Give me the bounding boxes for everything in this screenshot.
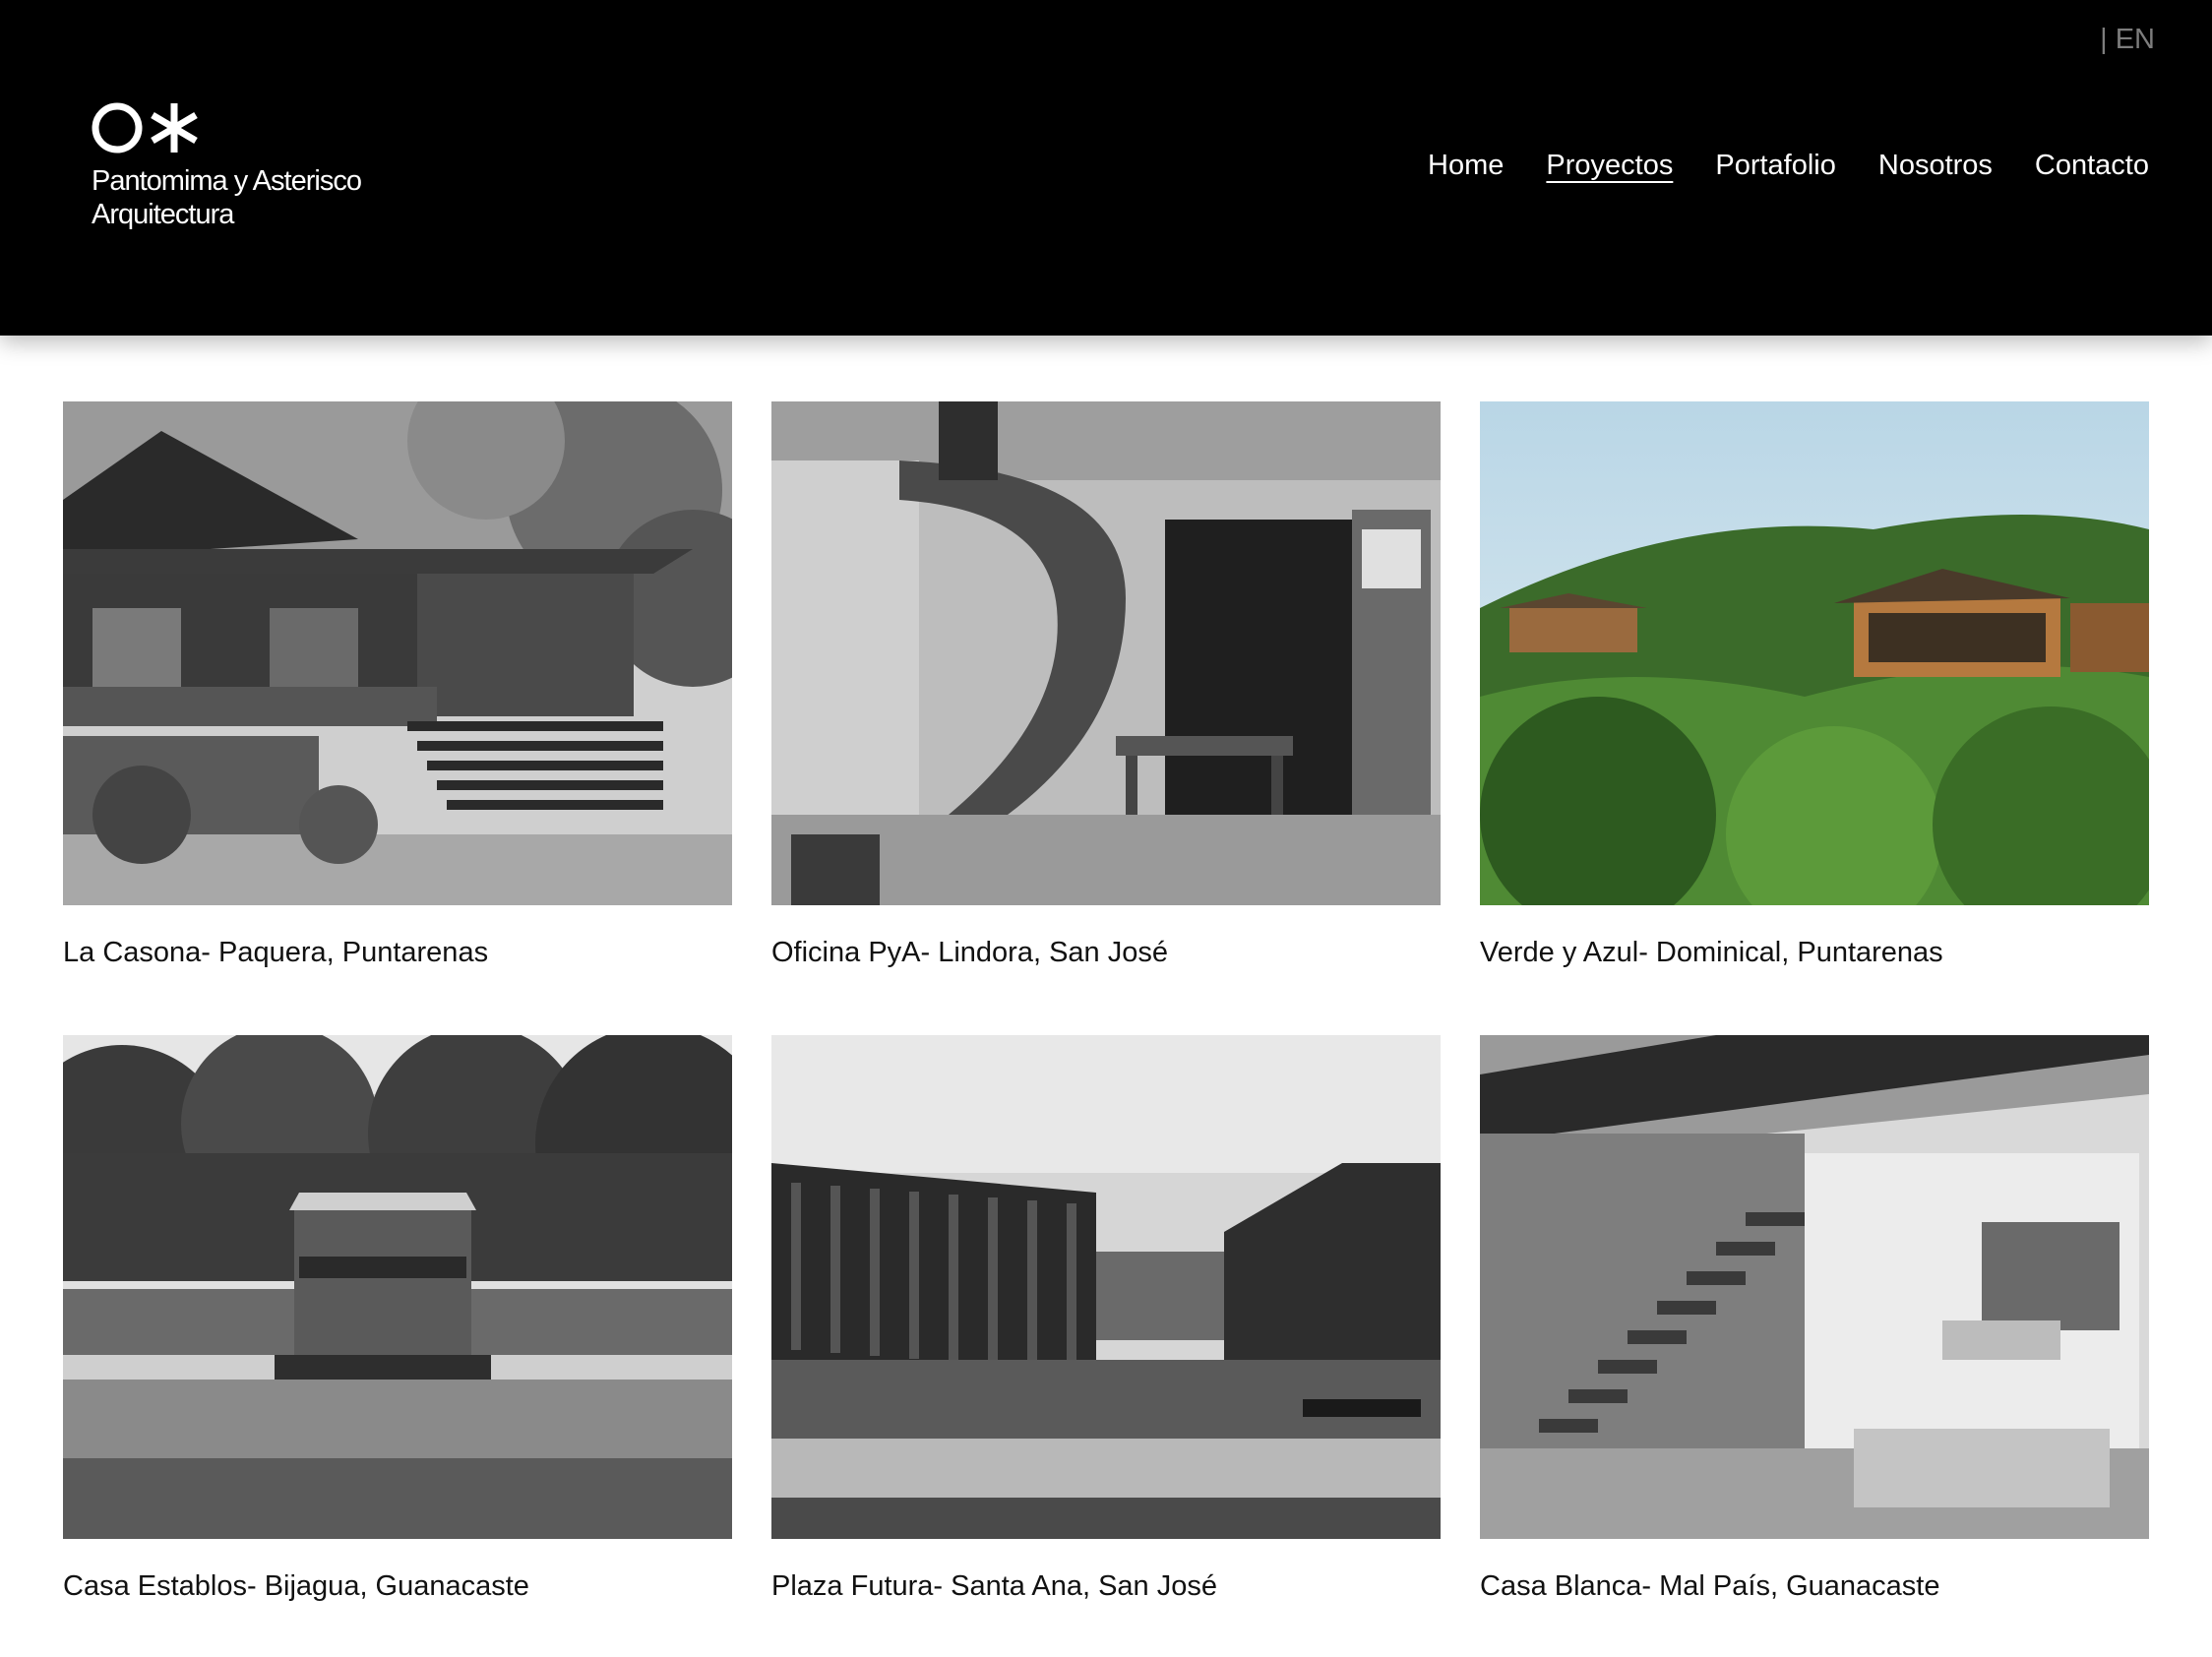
- project-caption[interactable]: Casa Establos- Bijagua, Guanacaste: [63, 1568, 732, 1604]
- project-image-jungle-houses[interactable]: [1480, 401, 2149, 905]
- nav-nosotros[interactable]: Nosotros: [1878, 148, 1993, 183]
- site-logo[interactable]: Pantomima y Asterisco Arquitectura: [92, 99, 362, 231]
- project-card[interactable]: Casa Blanca- Mal País, Guanacaste: [1480, 1035, 2149, 1604]
- project-image-interior-floating-stair[interactable]: [1480, 1035, 2149, 1539]
- project-caption[interactable]: Casa Blanca- Mal País, Guanacaste: [1480, 1568, 2149, 1604]
- project-card[interactable]: Plaza Futura- Santa Ana, San José: [771, 1035, 1441, 1604]
- project-image-office-spiral-stair[interactable]: [771, 401, 1441, 905]
- project-card[interactable]: Oficina PyA- Lindora, San José: [771, 401, 1441, 970]
- language-switch-en[interactable]: | EN: [2100, 24, 2155, 56]
- project-card[interactable]: Casa Establos- Bijagua, Guanacaste: [63, 1035, 732, 1604]
- project-caption[interactable]: Oficina PyA- Lindora, San José: [771, 935, 1441, 970]
- main-nav: Home Proyectos Portafolio Nosotros Conta…: [1428, 148, 2149, 183]
- project-card[interactable]: La Casona- Paquera, Puntarenas: [63, 401, 732, 970]
- project-image-stable-house[interactable]: [63, 1035, 732, 1539]
- logo-circle-asterisk-icon: [92, 102, 198, 153]
- project-caption[interactable]: Verde y Azul- Dominical, Puntarenas: [1480, 935, 2149, 970]
- projects-grid: La Casona- Paquera, Puntarenas Oficina P…: [63, 401, 2149, 1604]
- project-caption[interactable]: La Casona- Paquera, Puntarenas: [63, 935, 732, 970]
- logo-name-line1: Pantomima y Asterisco: [92, 165, 362, 197]
- logo-name-line2: Arquitectura: [92, 199, 234, 230]
- project-image-wooden-house[interactable]: [63, 401, 732, 905]
- nav-proyectos[interactable]: Proyectos: [1546, 148, 1673, 183]
- project-caption[interactable]: Plaza Futura- Santa Ana, San José: [771, 1568, 1441, 1604]
- nav-portafolio[interactable]: Portafolio: [1715, 148, 1836, 183]
- nav-home[interactable]: Home: [1428, 148, 1504, 183]
- site-header: | EN Pantomima y Asterisco Arquitectura …: [0, 0, 2212, 336]
- project-card[interactable]: Verde y Azul- Dominical, Puntarenas: [1480, 401, 2149, 970]
- nav-contacto[interactable]: Contacto: [2035, 148, 2149, 183]
- project-image-commercial-building[interactable]: [771, 1035, 1441, 1539]
